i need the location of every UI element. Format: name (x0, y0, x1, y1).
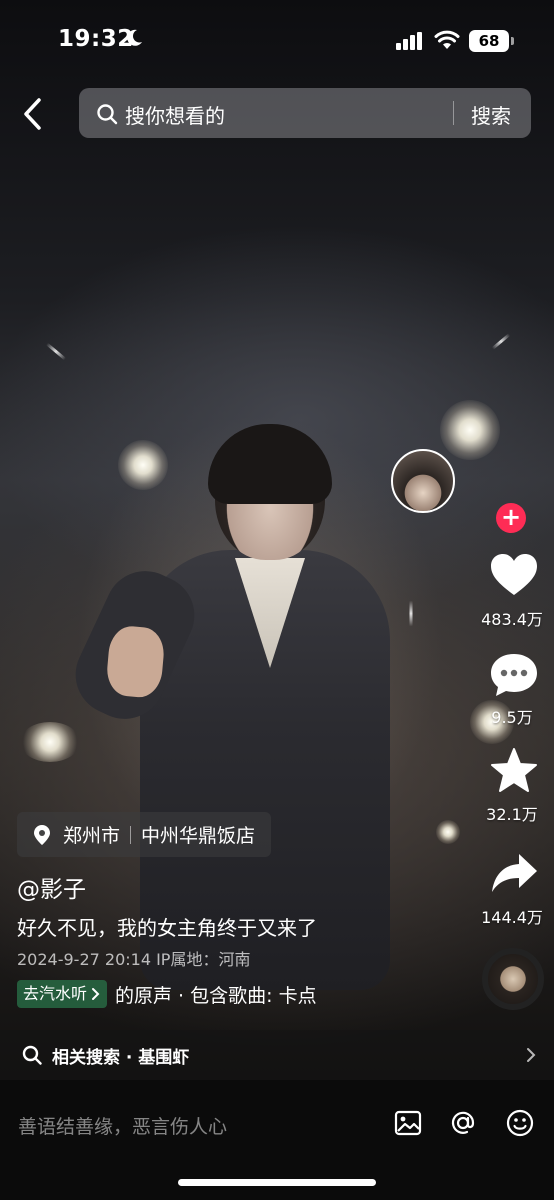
share-icon[interactable] (489, 850, 539, 896)
battery-indicator: 68 (469, 30, 514, 52)
chevron-right-icon (92, 988, 100, 1000)
location-divider (130, 825, 132, 844)
comment-input[interactable]: 善语结善缘，恶言伤人心 (18, 1112, 227, 1139)
location-tag[interactable]: 郑州市 中州华鼎饭店 (17, 812, 272, 857)
related-search-bar[interactable]: 相关搜索 · 基围虾 (0, 1030, 554, 1080)
moon-icon (127, 29, 142, 46)
search-button[interactable]: 搜索 (471, 100, 511, 129)
home-indicator (178, 1179, 376, 1186)
share-count: 144.4万 (481, 908, 543, 927)
music-app-button[interactable]: 去汽水听 (17, 980, 108, 1008)
wifi-icon (434, 30, 460, 49)
music-title: 的原声 · 包含歌曲: 卡点 (115, 984, 317, 1007)
post-meta: 2024-9-27 20:14 IP属地：河南 (17, 950, 251, 969)
comment-count: 9.5万 (491, 708, 533, 727)
location-place: 中州华鼎饭店 (141, 825, 256, 847)
heart-icon[interactable] (489, 552, 539, 598)
stage-light (440, 400, 500, 460)
search-bar[interactable]: 搜你想看的 搜索 (79, 88, 531, 138)
mention-icon[interactable] (448, 1108, 478, 1138)
music-row[interactable]: 去汽水听 的原声 · 包含歌曲: 卡点 (17, 980, 345, 1008)
search-divider (453, 101, 454, 125)
search-icon (97, 104, 118, 125)
author-avatar[interactable] (391, 449, 455, 513)
status-bar: 19:32 68 (0, 0, 554, 82)
star-icon[interactable] (489, 748, 539, 794)
favorite-count: 32.1万 (486, 805, 538, 824)
follow-button[interactable]: + (496, 503, 526, 533)
author-name[interactable]: @影子 (17, 870, 86, 904)
comment-icon[interactable] (489, 652, 539, 698)
light-streak (491, 333, 511, 350)
like-count: 483.4万 (481, 610, 543, 629)
music-disc[interactable] (482, 948, 544, 1010)
status-time: 19:32 (58, 26, 134, 52)
search-icon (22, 1045, 42, 1065)
image-icon[interactable] (393, 1108, 423, 1138)
emoji-icon[interactable] (505, 1108, 535, 1138)
video-feed-screen[interactable]: 19:32 68 搜你想看的 搜索 + 483.4万 9.5万 32.1万 14… (0, 0, 554, 1200)
search-input[interactable]: 搜你想看的 (125, 100, 225, 129)
stage-light (20, 722, 80, 762)
light-streak (45, 342, 67, 361)
cellular-signal-icon (396, 32, 422, 50)
post-description: 好久不见，我的女主角终于又来了 (17, 916, 317, 940)
chevron-right-icon (527, 1048, 536, 1062)
related-search-label: 相关搜索 · 基围虾 (52, 1047, 190, 1068)
location-city: 郑州市 (63, 825, 121, 847)
location-pin-icon (34, 824, 50, 845)
video-subject (62, 424, 440, 990)
back-icon[interactable] (20, 96, 46, 132)
music-app-label: 去汽水听 (23, 984, 88, 1003)
